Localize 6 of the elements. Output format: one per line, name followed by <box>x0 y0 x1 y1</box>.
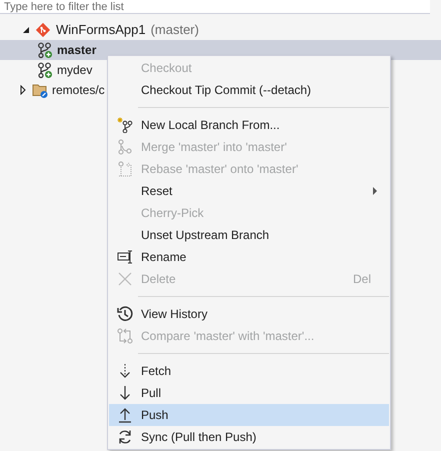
branch-name: remotes/c <box>52 82 105 99</box>
current-branch-label: (master) <box>150 21 199 40</box>
branch-name: master <box>57 42 96 59</box>
branch-name: mydev <box>57 62 92 79</box>
repository-name: WinFormsApp1 <box>56 21 146 40</box>
shortcut-label: Del <box>352 271 371 288</box>
